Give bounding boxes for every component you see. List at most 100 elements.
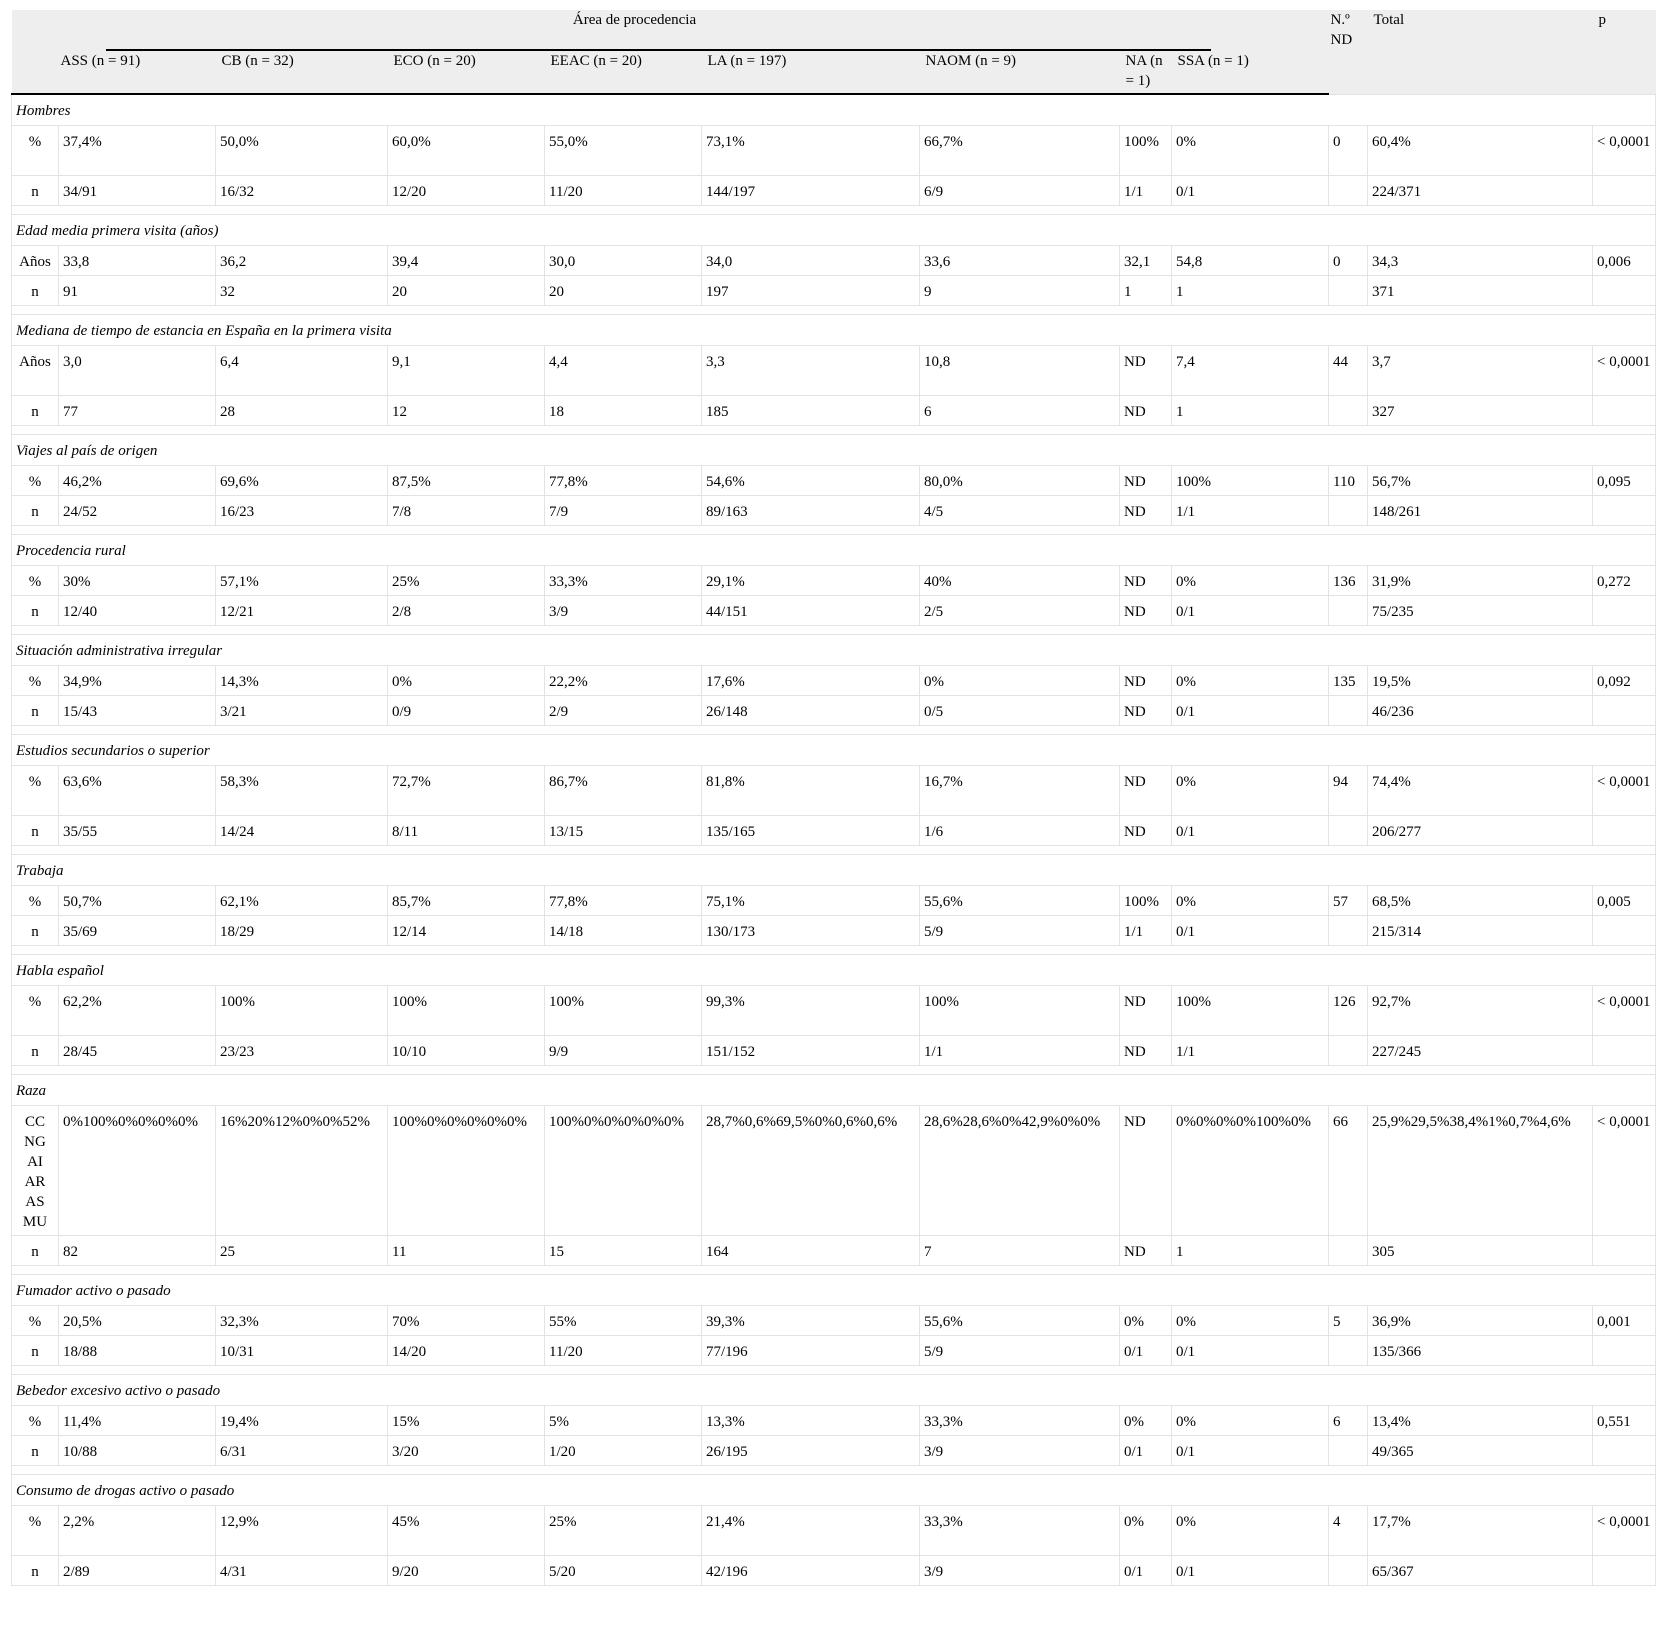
value-eeac: 14/18 bbox=[544, 915, 702, 946]
value-na: ND bbox=[1119, 1035, 1172, 1066]
value-la: 26/195 bbox=[701, 1435, 920, 1466]
value-cb: 18/29 bbox=[215, 915, 388, 946]
section-spacer bbox=[10, 1065, 1657, 1075]
value-la: 164 bbox=[701, 1235, 920, 1266]
table-header: Área de procedencia N.º ND Total p ASS (… bbox=[11, 10, 1656, 95]
section-header-row: Edad media primera visita (años) bbox=[10, 214, 1657, 246]
value-eeac: 4,4 bbox=[544, 345, 702, 396]
spacer-cell bbox=[10, 1265, 1657, 1275]
value-eeac: 22,2% bbox=[544, 665, 702, 696]
value-ssa: 54,8 bbox=[1170, 245, 1330, 276]
value-ass: 34,9% bbox=[58, 665, 216, 696]
total-header: Total bbox=[1367, 10, 1593, 94]
row-label: n bbox=[11, 1335, 59, 1366]
row-label: Años bbox=[11, 245, 59, 276]
section-spacer bbox=[10, 305, 1657, 315]
value-nd: 136 bbox=[1328, 565, 1369, 596]
value-la: 39,3% bbox=[701, 1305, 920, 1336]
section-title: Viajes al país de origen bbox=[10, 434, 1657, 466]
table-row: % 20,5% 32,3% 70% 55% 39,3% 55,6% 0% 0% 5 36,9% 0,0… bbox=[11, 1305, 1657, 1336]
value-ssa: 0/1 bbox=[1170, 175, 1330, 206]
value-eco: 25% bbox=[387, 565, 545, 596]
value-nd: 0 bbox=[1328, 245, 1369, 276]
value-nd bbox=[1328, 395, 1369, 426]
table-row: n 34/91 16/32 12/20 11/20 144/197 6/9 1/1 0/1 224… bbox=[11, 175, 1657, 206]
value-eco: 11 bbox=[387, 1235, 545, 1266]
value-ssa: 1 bbox=[1170, 275, 1330, 306]
value-p bbox=[1592, 175, 1657, 206]
value-la: 26/148 bbox=[701, 695, 920, 726]
value-total: 60,4% bbox=[1367, 125, 1594, 176]
section-header-row: Hombres bbox=[10, 93, 1657, 126]
value-total: 56,7% bbox=[1367, 465, 1594, 496]
value-nd: 110 bbox=[1328, 465, 1369, 496]
row-label: % bbox=[11, 985, 59, 1036]
value-eco: 8/11 bbox=[387, 815, 545, 846]
value-ass: 3,0 bbox=[58, 345, 216, 396]
section-header-row: Procedencia rural bbox=[10, 534, 1657, 566]
value-la: 28,7%0,6%69,5%0%0,6%0,6% bbox=[701, 1105, 920, 1236]
table-row: % 37,4% 50,0% 60,0% 55,0% 73,1% 66,7% 100% 0% 0 60… bbox=[11, 125, 1657, 176]
section-spacer bbox=[10, 1265, 1657, 1275]
value-la: 99,3% bbox=[701, 985, 920, 1036]
value-la: 77/196 bbox=[701, 1335, 920, 1366]
value-total: 327 bbox=[1367, 395, 1594, 426]
row-label: % bbox=[11, 885, 59, 916]
table-row: Años 3,0 6,4 9,1 4,4 3,3 10,8 ND 7,4 44 3,7 < 0,000… bbox=[11, 345, 1657, 396]
p-header: p bbox=[1592, 10, 1656, 94]
value-p: 0,551 bbox=[1592, 1405, 1657, 1436]
value-eco: 0/9 bbox=[387, 695, 545, 726]
value-ssa: 1/1 bbox=[1170, 495, 1330, 526]
value-la: 34,0 bbox=[701, 245, 920, 276]
value-naom: 3/9 bbox=[919, 1555, 1120, 1586]
value-na: 0/1 bbox=[1119, 1435, 1172, 1466]
value-cb: 57,1% bbox=[215, 565, 388, 596]
section-header-row: Bebedor excesivo activo o pasado bbox=[10, 1374, 1657, 1406]
value-total: 25,9%29,5%38,4%1%0,7%4,6% bbox=[1367, 1105, 1594, 1236]
value-ssa: 0/1 bbox=[1170, 1335, 1330, 1366]
spacer-cell bbox=[10, 1465, 1657, 1475]
value-cb: 62,1% bbox=[215, 885, 388, 916]
row-label: % bbox=[11, 1505, 59, 1556]
value-ass: 34/91 bbox=[58, 175, 216, 206]
value-eeac: 100%0%0%0%0%0% bbox=[544, 1105, 702, 1236]
value-p: 0,001 bbox=[1592, 1305, 1657, 1336]
value-ssa: 100% bbox=[1170, 465, 1330, 496]
value-p: 0,006 bbox=[1592, 245, 1657, 276]
table-row: n 91 32 20 20 197 9 1 1 371 bbox=[11, 275, 1657, 306]
value-nd bbox=[1328, 915, 1369, 946]
value-eco: 9/20 bbox=[387, 1555, 545, 1586]
value-ssa: 0% bbox=[1170, 1405, 1330, 1436]
value-eco: 15% bbox=[387, 1405, 545, 1436]
value-eco: 9,1 bbox=[387, 345, 545, 396]
col-header-cb: CB (n = 32) bbox=[215, 51, 388, 95]
value-nd bbox=[1328, 815, 1369, 846]
spacer-cell bbox=[10, 725, 1657, 735]
value-eeac: 11/20 bbox=[544, 1335, 702, 1366]
value-eeac: 100% bbox=[544, 985, 702, 1036]
value-naom: 6 bbox=[919, 395, 1120, 426]
value-na: ND bbox=[1119, 395, 1172, 426]
value-cb: 16%20%12%0%0%52% bbox=[215, 1105, 388, 1236]
value-ass: 15/43 bbox=[58, 695, 216, 726]
value-nd bbox=[1328, 175, 1369, 206]
section-spacer bbox=[10, 1465, 1657, 1475]
value-p bbox=[1592, 1435, 1657, 1466]
value-ssa: 0% bbox=[1170, 125, 1330, 176]
value-na: 32,1 bbox=[1119, 245, 1172, 276]
value-na: ND bbox=[1119, 595, 1172, 626]
value-total: 92,7% bbox=[1367, 985, 1594, 1036]
table-row: CC NG AI AR AS MU 0%100%0%0%0%0% 16%20%12%… bbox=[11, 1105, 1657, 1236]
value-ass: 18/88 bbox=[58, 1335, 216, 1366]
table-row: n 24/52 16/23 7/8 7/9 89/163 4/5 ND 1/1 148/261 bbox=[11, 495, 1657, 526]
value-na: ND bbox=[1119, 1235, 1172, 1266]
table-row: Años 33,8 36,2 39,4 30,0 34,0 33,6 32,1 54,8 0 34,… bbox=[11, 245, 1657, 276]
value-p bbox=[1592, 595, 1657, 626]
value-naom: 5/9 bbox=[919, 1335, 1120, 1366]
value-cb: 3/21 bbox=[215, 695, 388, 726]
value-cb: 16/23 bbox=[215, 495, 388, 526]
table-row: n 35/55 14/24 8/11 13/15 135/165 1/6 ND 0/1 206/2… bbox=[11, 815, 1657, 846]
value-eco: 100% bbox=[387, 985, 545, 1036]
value-ssa: 0/1 bbox=[1170, 1555, 1330, 1586]
value-p bbox=[1592, 1335, 1657, 1366]
